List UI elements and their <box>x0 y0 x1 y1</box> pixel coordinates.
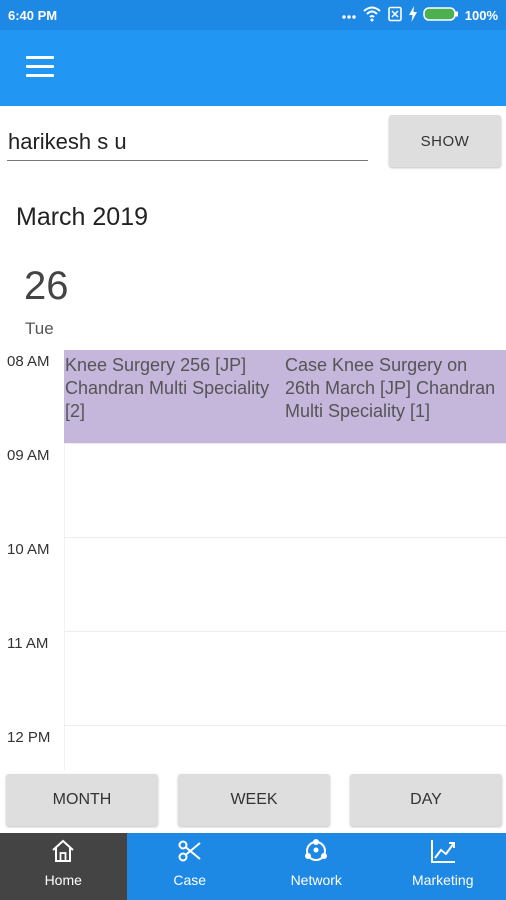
hour-divider <box>64 537 506 538</box>
network-icon <box>301 837 331 870</box>
hour-label: 08 AM <box>7 353 50 370</box>
calendar-event[interactable]: Knee Surgery 256 [JP] Chandran Multi Spe… <box>64 350 284 443</box>
wifi-icon <box>363 6 381 25</box>
nav-label: Marketing <box>412 872 474 888</box>
sim-icon <box>387 6 403 25</box>
show-button[interactable]: SHOW <box>389 115 501 167</box>
menu-icon[interactable] <box>26 56 54 80</box>
home-icon <box>49 837 77 870</box>
month-view-button[interactable]: MONTH <box>6 774 158 826</box>
week-view-button[interactable]: WEEK <box>178 774 330 826</box>
nav-marketing[interactable]: Marketing <box>380 833 506 900</box>
user-search-input[interactable] <box>7 124 368 161</box>
charging-icon <box>408 6 417 25</box>
hour-divider <box>64 725 506 726</box>
app-bar <box>0 30 506 106</box>
day-name: Tue <box>25 319 54 338</box>
day-view-button[interactable]: DAY <box>350 774 502 826</box>
status-bar: 6:40 PM 100% <box>0 0 506 30</box>
hour-divider <box>64 631 506 632</box>
nav-case[interactable]: Case <box>127 833 254 900</box>
nav-network[interactable]: Network <box>253 833 380 900</box>
day-number: 26 <box>24 264 69 308</box>
hour-label: 12 PM <box>7 729 51 746</box>
hour-divider <box>64 443 506 444</box>
trending-up-icon <box>429 837 457 870</box>
hour-label: 10 AM <box>7 541 50 558</box>
bottom-navigation: Home Case Network Marketing <box>0 833 506 900</box>
calendar-event[interactable]: Case Knee Surgery on 26th March [JP] Cha… <box>284 350 506 443</box>
status-time: 6:40 PM <box>8 8 58 23</box>
nav-label: Case <box>173 872 207 888</box>
scissors-icon <box>176 837 204 870</box>
hour-label: 11 AM <box>7 635 49 652</box>
status-icons: 100% <box>341 6 498 25</box>
battery-icon <box>423 6 459 25</box>
hour-label: 09 AM <box>7 447 50 464</box>
battery-percent: 100% <box>464 8 498 23</box>
nav-home[interactable]: Home <box>0 833 127 900</box>
day-timeline[interactable]: 08 AM 09 AM 10 AM 11 AM 12 PM Knee Surge… <box>0 350 506 770</box>
more-dots-icon <box>341 7 357 24</box>
nav-label: Network <box>290 872 342 888</box>
nav-label: Home <box>44 872 82 888</box>
month-title: March 2019 <box>16 203 149 231</box>
